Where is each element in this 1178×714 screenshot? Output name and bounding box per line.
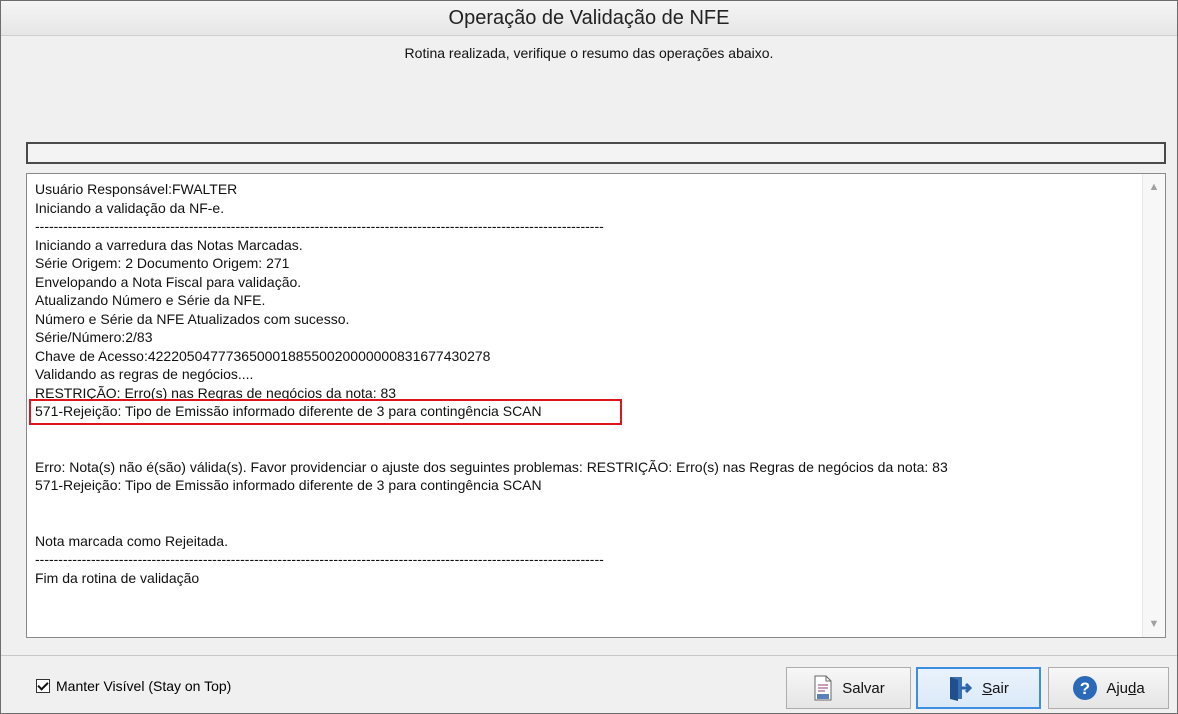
log-line: Série/Número:2/83	[35, 329, 153, 345]
log-line: Usuário Responsável:FWALTER	[35, 181, 238, 197]
exit-door-icon	[948, 675, 974, 701]
stay-on-top-label: Manter Visível (Stay on Top)	[56, 678, 232, 694]
svg-text:?: ?	[1080, 679, 1090, 698]
log-line: Número e Série da NFE Atualizados com su…	[35, 310, 350, 327]
log-line: Validando as regras de negócios....	[35, 366, 254, 382]
log-line: Iniciando a validação da NF-e.	[35, 199, 225, 216]
log-line: Envelopando a Nota Fiscal para validação…	[35, 273, 302, 290]
log-lines: Usuário Responsável:FWALTER Iniciando a v…	[35, 180, 1135, 587]
log-line: Nota marcada como Rejeitada.	[35, 532, 228, 549]
chevron-up-icon[interactable]: ▲	[1143, 176, 1165, 198]
log-line: Chave de Acesso:422205047773650001885500…	[35, 347, 491, 364]
log-line: 571-Rejeição: Tipo de Emissão informado …	[35, 477, 542, 493]
log-line: Erro: Nota(s) não é(são) válida(s). Favo…	[35, 458, 948, 475]
log-line: ----------------------------------------…	[35, 551, 604, 567]
validation-window: Operação de Validação de NFE Rotina real…	[0, 0, 1178, 714]
error-highlight-box	[29, 399, 622, 425]
save-label: Salvar	[842, 679, 885, 697]
question-circle-icon: ?	[1072, 675, 1098, 701]
log-line: Atualizando Número e Série da NFE.	[35, 292, 266, 308]
chevron-down-icon[interactable]: ▼	[1143, 613, 1165, 635]
save-button[interactable]: Salvar	[786, 667, 911, 709]
exit-button[interactable]: Sair	[916, 667, 1041, 709]
help-button[interactable]: ? Ajuda	[1048, 667, 1169, 709]
log-line: Fim da rotina de validação	[35, 569, 200, 586]
summary-message: Rotina realizada, verifique o resumo das…	[404, 45, 774, 61]
help-label: Ajuda	[1106, 679, 1145, 697]
log-line: Série Origem: 2 Documento Origem: 271	[35, 255, 290, 271]
log-file-icon	[812, 675, 834, 701]
log-line: ----------------------------------------…	[35, 218, 604, 234]
exit-label: Sair	[982, 679, 1009, 697]
footer-divider	[1, 655, 1177, 656]
checkbox-box[interactable]	[36, 679, 50, 693]
window-title: Operação de Validação de NFE	[1, 1, 1177, 36]
log-scrollbar[interactable]: ▲ ▼	[1142, 174, 1165, 637]
progress-bar	[26, 142, 1166, 164]
stay-on-top-checkbox[interactable]: Manter Visível (Stay on Top)	[36, 678, 231, 694]
log-line: Iniciando a varredura das Notas Marcadas…	[35, 236, 303, 253]
